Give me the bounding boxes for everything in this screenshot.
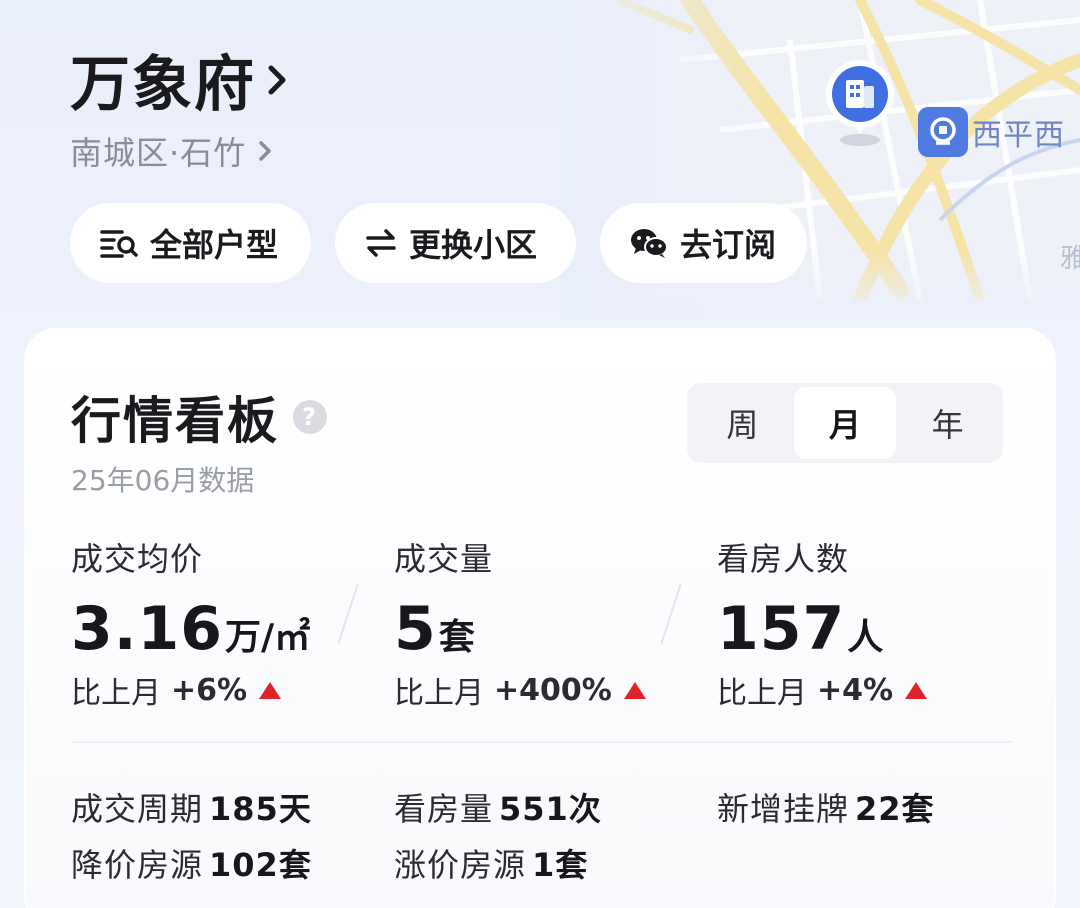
stat-unit: 人 [847,617,884,658]
chevron-right-icon [268,65,286,94]
section-divider [71,741,1011,743]
community-name: 万象府 [70,50,256,120]
compare-label: 比上月 [717,676,807,711]
data-period-label: 25年06月数据 [71,464,255,497]
stat-change: +6% [171,672,248,708]
stat-label: 看房人数 [717,540,850,578]
all-layouts-label: 全部户型 [150,226,279,264]
period-month-tab[interactable]: 月 [793,387,897,459]
metric-label: 降价房源 [71,846,204,884]
period-year-tab[interactable]: 年 [896,387,999,459]
metric-value: 22套 [855,790,935,828]
wechat-icon [630,227,668,259]
swap-icon [365,228,397,258]
stat-avg-price: 成交均价 3.16 万/㎡ 比上月 +6% [71,534,310,712]
metric-value: 551次 [499,790,602,828]
metro-station-marker[interactable]: 西平西 [918,106,1065,158]
metric-value: 185天 [209,790,312,828]
up-arrow-icon [259,681,282,699]
help-icon[interactable]: ? [293,400,327,434]
metric-deal-cycle: 成交周期 185天 [71,784,312,830]
community-title[interactable]: 万象府 [70,36,288,123]
stat-label: 成交量 [394,540,494,578]
building-pin-icon[interactable] [824,58,896,148]
stat-value: 157 [717,594,846,664]
metro-icon [918,107,968,157]
chevron-right-icon [259,141,271,161]
subscribe-label: 去订阅 [680,226,777,264]
compare-label: 比上月 [394,676,484,711]
action-pills: 全部户型 更换小区 去订阅 [70,203,807,283]
metric-label: 新增挂牌 [717,790,850,828]
switch-community-button[interactable]: 更换小区 [335,203,576,283]
market-board-title-text: 行情看板 [71,392,279,450]
up-arrow-icon [623,681,646,699]
metric-label: 成交周期 [71,790,204,828]
stat-change: +4% [817,672,894,708]
period-week-tab[interactable]: 周 [691,387,794,459]
list-search-icon [100,228,138,258]
compare-label: 比上月 [71,676,161,711]
metric-new-listings: 新增挂牌 22套 [717,784,935,830]
period-switcher: 周 月 年 [687,383,1003,463]
metric-viewing-count: 看房量 551次 [394,784,602,830]
map-place-label: 雅 [1060,244,1080,274]
metric-label: 看房量 [394,790,494,828]
stat-unit: 万/㎡ [225,617,311,658]
metric-label: 涨价房源 [394,846,527,884]
metric-value: 1套 [532,846,589,884]
metric-price-rise: 涨价房源 1套 [394,840,588,886]
up-arrow-icon [905,681,928,699]
market-board-title: 行情看板 ? [71,381,327,453]
stat-viewers: 看房人数 157 人 比上月 +4% [717,534,928,712]
metric-price-drop: 降价房源 102套 [71,840,312,886]
all-layouts-button[interactable]: 全部户型 [70,203,311,283]
metro-station-label: 西平西 [972,118,1065,153]
stat-label: 成交均价 [71,540,204,578]
metric-value: 102套 [209,846,312,884]
location-text: 南城区·石竹 [70,134,247,172]
subscribe-button[interactable]: 去订阅 [600,203,807,283]
key-stats: 成交均价 3.16 万/㎡ 比上月 +6% 成交量 5 套 比上月 +400% [71,534,1011,711]
community-location[interactable]: 南城区·石竹 [70,128,272,174]
stat-value: 5 [394,594,437,664]
market-board-card: 行情看板 ? 25年06月数据 周 月 年 成交均价 3.16 万/㎡ 比上月 … [24,328,1056,908]
stat-value: 3.16 [71,594,224,664]
stat-deal-volume: 成交量 5 套 比上月 +400% [394,534,646,712]
switch-community-label: 更换小区 [409,226,538,264]
stat-change: +400% [494,672,612,708]
stat-unit: 套 [438,617,475,658]
